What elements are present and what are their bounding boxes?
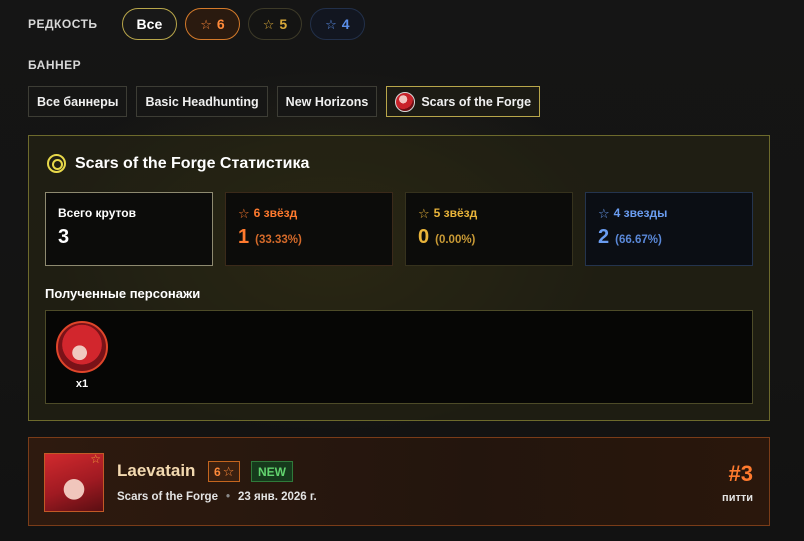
rarity-filter: РЕДКОСТЬ Все ☆ 6 ☆ 5 ☆ 4 bbox=[28, 8, 365, 40]
character-portrait: ☆ bbox=[44, 452, 104, 512]
star-icon: ☆ bbox=[262, 16, 275, 32]
pull-date: 23 янв. 2026 г. bbox=[238, 491, 317, 503]
rarity-badge-value: 6 bbox=[214, 464, 221, 479]
stat-4-star-header: ☆ 4 звезды bbox=[598, 206, 740, 220]
star-icon: ☆ bbox=[418, 205, 430, 221]
rarity-4-label: 4 bbox=[341, 16, 350, 32]
star-icon: ☆ bbox=[200, 16, 212, 32]
banner-scars-of-the-forge-label: Scars of the Forge bbox=[421, 94, 532, 109]
star-icon: ☆ bbox=[238, 205, 250, 221]
obtained-characters-label: Полученные персонажи bbox=[45, 286, 201, 301]
character-name: Laevatain bbox=[117, 461, 196, 480]
separator-dot: • bbox=[225, 491, 230, 503]
stat-5-star-value: 0 bbox=[418, 226, 430, 248]
rarity-5-label: 5 bbox=[279, 16, 288, 32]
pity-number: #3 bbox=[728, 461, 753, 486]
banner-basic-headhunting-button[interactable]: Basic Headhunting bbox=[136, 86, 268, 117]
banner-all-label: Все баннеры bbox=[37, 94, 119, 109]
rarity-filter-label: РЕДКОСТЬ bbox=[28, 17, 98, 31]
rarity-badge: 6 ☆ bbox=[208, 461, 241, 482]
target-icon bbox=[47, 154, 66, 173]
stat-4-star-value-row: 2 (66.67%) bbox=[598, 226, 740, 249]
star-icon: ☆ bbox=[90, 452, 101, 466]
stat-5-star-header: ☆ 5 звёзд bbox=[418, 206, 560, 220]
stat-5-star-label: 5 звёзд bbox=[433, 206, 478, 220]
stat-total-value-row: 3 bbox=[58, 226, 200, 249]
banner-all-button[interactable]: Все баннеры bbox=[28, 86, 128, 117]
pull-banner-name: Scars of the Forge bbox=[117, 491, 218, 503]
stat-card-total: Всего крутов 3 bbox=[45, 192, 213, 266]
stat-card-4-star: ☆ 4 звезды 2 (66.67%) bbox=[585, 192, 753, 266]
stat-4-star-percent: (66.67%) bbox=[615, 234, 662, 246]
stat-6-star-value-row: 1 (33.33%) bbox=[238, 226, 380, 249]
banner-new-horizons-button[interactable]: New Horizons bbox=[276, 86, 378, 117]
stat-4-star-value: 2 bbox=[598, 226, 610, 248]
stat-5-star-percent: (0.00%) bbox=[435, 234, 476, 246]
banner-filter: Все баннеры Basic Headhunting New Horizo… bbox=[28, 86, 541, 117]
rarity-all-label: Все bbox=[136, 16, 163, 32]
pull-history-row[interactable]: ☆ Laevatain 6 ☆ NEW Scars of the Forge •… bbox=[28, 437, 770, 526]
rarity-6-label: 6 bbox=[216, 16, 225, 32]
banner-filter-label: БАННЕР bbox=[28, 58, 82, 72]
rarity-6-button[interactable]: ☆ 6 bbox=[185, 8, 240, 40]
character-avatar bbox=[56, 321, 108, 373]
banner-new-horizons-label: New Horizons bbox=[285, 94, 369, 109]
stat-total-label: Всего крутов bbox=[58, 206, 136, 220]
stat-4-star-label: 4 звезды bbox=[613, 206, 668, 220]
stats-title-text: Scars of the Forge Статистика bbox=[75, 154, 310, 172]
stat-total-value: 3 bbox=[58, 226, 70, 248]
banner-scars-of-the-forge-button[interactable]: Scars of the Forge bbox=[386, 86, 541, 117]
star-icon: ☆ bbox=[222, 464, 235, 479]
star-icon: ☆ bbox=[598, 205, 610, 221]
rarity-all-button[interactable]: Все bbox=[121, 8, 178, 40]
stat-6-star-percent: (33.33%) bbox=[255, 234, 302, 246]
pity-label: питти bbox=[722, 492, 753, 504]
star-icon: ☆ bbox=[325, 16, 337, 32]
stat-6-star-header: ☆ 6 звёзд bbox=[238, 206, 380, 220]
pull-meta: Scars of the Forge • 23 янв. 2026 г. bbox=[117, 491, 317, 503]
obtained-character-item[interactable]: x1 bbox=[56, 321, 108, 390]
new-badge: NEW bbox=[251, 461, 293, 482]
obtained-characters-list: x1 bbox=[45, 310, 753, 404]
stat-6-star-label: 6 звёзд bbox=[253, 206, 298, 220]
banner-basic-headhunting-label: Basic Headhunting bbox=[145, 94, 259, 109]
stats-title: Scars of the Forge Статистика bbox=[47, 154, 309, 173]
rarity-4-button[interactable]: ☆ 4 bbox=[310, 8, 365, 40]
stat-6-star-value: 1 bbox=[238, 226, 250, 248]
stat-card-6-star: ☆ 6 звёзд 1 (33.33%) bbox=[225, 192, 393, 266]
character-count: x1 bbox=[75, 378, 89, 390]
banner-character-avatar-icon bbox=[395, 91, 416, 112]
banner-stats-panel: Scars of the Forge Статистика Всего крут… bbox=[28, 135, 770, 421]
stat-card-5-star: ☆ 5 звёзд 0 (0.00%) bbox=[405, 192, 573, 266]
stat-5-star-value-row: 0 (0.00%) bbox=[418, 226, 560, 249]
rarity-5-button[interactable]: ☆ 5 bbox=[247, 8, 303, 40]
